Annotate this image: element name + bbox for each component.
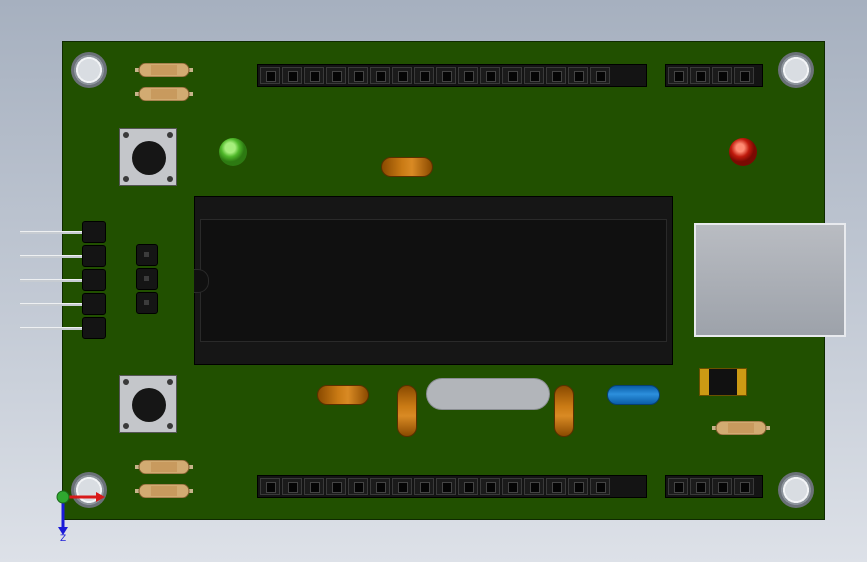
header-pin[interactable] xyxy=(568,67,588,84)
header-pin[interactable] xyxy=(282,67,302,84)
header-pin[interactable] xyxy=(480,67,500,84)
button-cap-icon[interactable] xyxy=(132,141,166,175)
resistor-icon[interactable] xyxy=(712,421,770,435)
header-pin[interactable] xyxy=(712,478,732,495)
header-pin[interactable] xyxy=(260,67,280,84)
crystal-icon[interactable] xyxy=(426,378,550,410)
header-pin[interactable] xyxy=(546,478,566,495)
header-pin[interactable] xyxy=(392,67,412,84)
header-pin[interactable] xyxy=(348,67,368,84)
capacitor-icon[interactable] xyxy=(317,385,369,405)
tactile-button-bottom[interactable] xyxy=(119,375,177,433)
resistor-icon[interactable] xyxy=(135,63,193,77)
jumper-header[interactable] xyxy=(136,244,160,316)
header-pin[interactable] xyxy=(502,67,522,84)
tactile-button-top[interactable] xyxy=(119,128,177,186)
resistor-icon[interactable] xyxy=(135,87,193,101)
header-pin[interactable] xyxy=(304,478,324,495)
header-pin[interactable] xyxy=(668,67,688,84)
header-pin[interactable] xyxy=(414,67,434,84)
header-pin[interactable] xyxy=(260,478,280,495)
axis-z-label: Z xyxy=(60,534,66,541)
capacitor-blue-icon[interactable] xyxy=(607,385,660,405)
button-cap-icon[interactable] xyxy=(132,388,166,422)
header-pin[interactable] xyxy=(480,478,500,495)
header-top-aux[interactable] xyxy=(665,64,763,87)
mounting-hole-top-right xyxy=(778,52,814,88)
ic-chip-icon[interactable] xyxy=(194,196,673,365)
header-pin[interactable] xyxy=(436,478,456,495)
usb-connector-icon[interactable] xyxy=(694,223,846,337)
resistor-icon[interactable] xyxy=(135,484,193,498)
header-pin[interactable] xyxy=(370,478,390,495)
header-pin[interactable] xyxy=(414,478,434,495)
led-green-icon[interactable] xyxy=(219,138,247,166)
header-pin[interactable] xyxy=(436,67,456,84)
header-pin[interactable] xyxy=(734,67,754,84)
header-pin[interactable] xyxy=(568,478,588,495)
header-pin[interactable] xyxy=(690,67,710,84)
header-pin[interactable] xyxy=(392,478,412,495)
header-right-angle[interactable] xyxy=(82,221,106,341)
header-pin[interactable] xyxy=(668,478,688,495)
header-pin[interactable] xyxy=(502,478,522,495)
header-pin[interactable] xyxy=(524,478,544,495)
diode-icon[interactable] xyxy=(699,368,747,396)
header-pin[interactable] xyxy=(546,67,566,84)
header-pin[interactable] xyxy=(590,67,610,84)
header-pin[interactable] xyxy=(370,67,390,84)
capacitor-icon[interactable] xyxy=(554,385,574,437)
header-pin[interactable] xyxy=(712,67,732,84)
header-pin[interactable] xyxy=(304,67,324,84)
coordinate-triad-icon: Z xyxy=(56,490,105,541)
mounting-hole-bottom-right xyxy=(778,472,814,508)
resistor-icon[interactable] xyxy=(135,460,193,474)
header-bottom-main[interactable] xyxy=(257,475,647,498)
header-top-main[interactable] xyxy=(257,64,647,87)
header-pin[interactable] xyxy=(524,67,544,84)
header-pin[interactable] xyxy=(734,478,754,495)
header-pin[interactable] xyxy=(458,478,478,495)
header-pin[interactable] xyxy=(590,478,610,495)
capacitor-icon[interactable] xyxy=(381,157,433,177)
capacitor-icon[interactable] xyxy=(397,385,417,437)
header-bottom-aux[interactable] xyxy=(665,475,763,498)
header-pin[interactable] xyxy=(348,478,368,495)
led-red-icon[interactable] xyxy=(729,138,757,166)
header-pin[interactable] xyxy=(282,478,302,495)
header-pin[interactable] xyxy=(458,67,478,84)
header-pin[interactable] xyxy=(690,478,710,495)
header-pin[interactable] xyxy=(326,67,346,84)
mounting-hole-top-left xyxy=(71,52,107,88)
header-pin[interactable] xyxy=(326,478,346,495)
